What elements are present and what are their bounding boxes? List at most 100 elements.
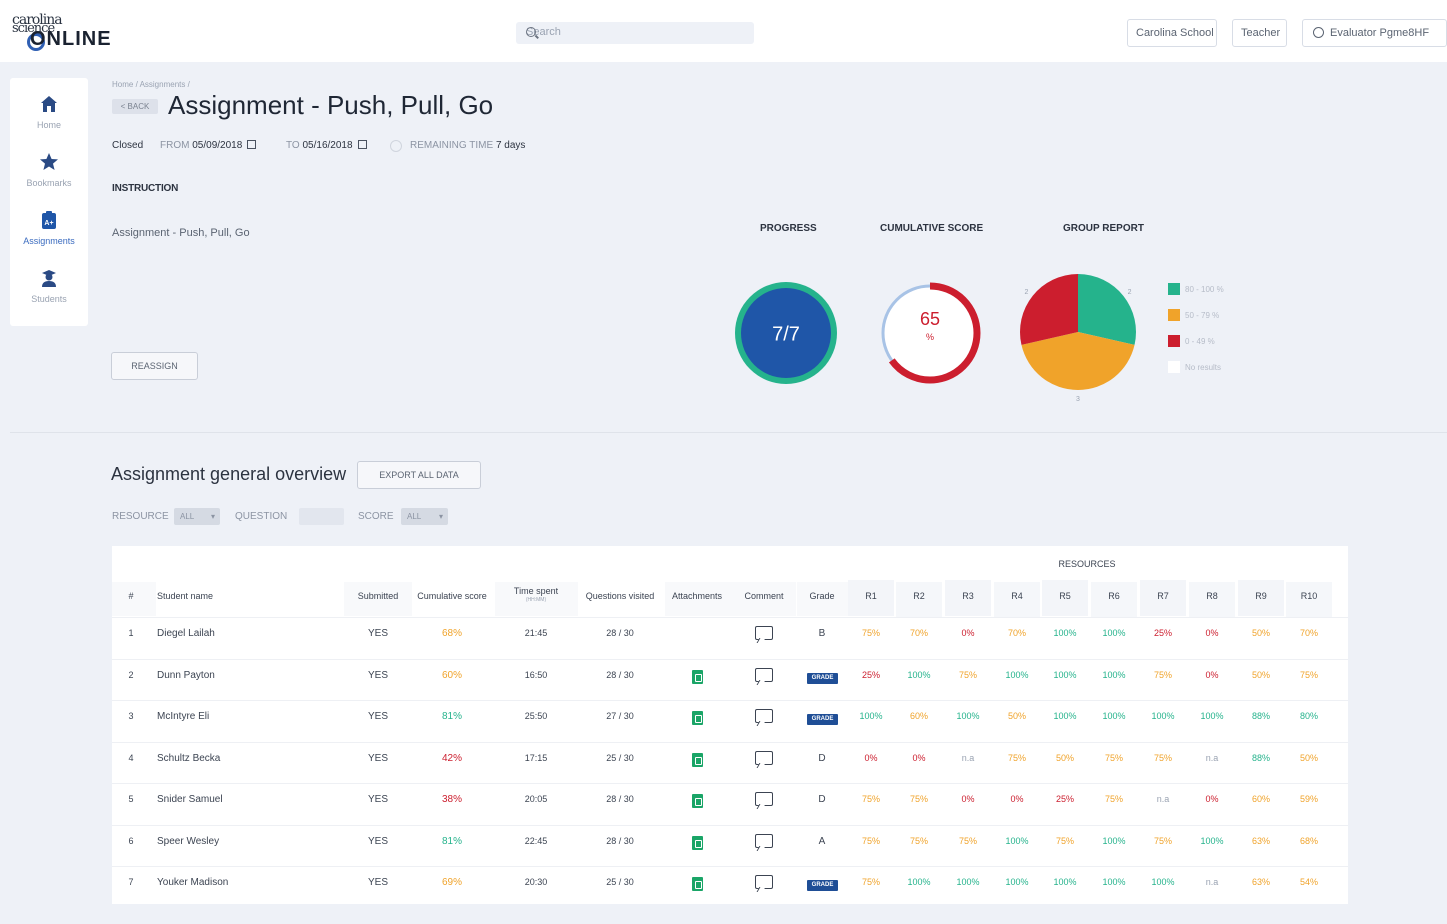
- table-row[interactable]: 3 McIntyre Eli YES 81% 25:50 27 / 30 GRADE 100%…: [112, 700, 1348, 742]
- attachment-icon[interactable]: [692, 711, 703, 725]
- comment-icon[interactable]: [755, 792, 773, 806]
- submitted-value: YES: [367, 711, 388, 722]
- questions-visited: 25 / 30: [606, 752, 634, 763]
- group-report-label: GROUP REPORT: [1063, 223, 1144, 234]
- column-header[interactable]: Cumulative score: [407, 591, 497, 601]
- resource-score: 0%: [864, 752, 878, 763]
- submitted-value: YES: [367, 835, 388, 847]
- questions-visited: 28 / 30: [606, 628, 634, 638]
- legend-item: No results: [1168, 354, 1224, 380]
- resource-score: 88%: [1251, 711, 1270, 721]
- grade-button[interactable]: GRADE: [807, 672, 838, 684]
- pie-slice-label: 2: [1128, 289, 1132, 296]
- export-all-data-button[interactable]: EXPORT ALL DATA: [357, 461, 481, 489]
- date-from-label: FROM: [160, 140, 190, 151]
- search-input[interactable]: Search: [516, 22, 754, 44]
- cumulative-score: 38%: [441, 794, 462, 805]
- student-name[interactable]: Speer Wesley: [157, 836, 219, 847]
- time-spent: 16:50: [524, 669, 548, 680]
- column-header[interactable]: R10: [1264, 591, 1354, 601]
- filter-resource-select[interactable]: ALL ▾: [174, 508, 220, 525]
- sidebar-item-label: Home: [36, 120, 61, 130]
- resource-score: 88%: [1251, 752, 1270, 763]
- table-row[interactable]: 2 Dunn Payton YES 60% 16:50 28 / 30 GRADE 25% 10…: [112, 659, 1348, 701]
- comment-icon[interactable]: [755, 750, 773, 765]
- row-number: 5: [128, 794, 134, 804]
- student-name[interactable]: Dunn Payton: [157, 670, 215, 681]
- grade-button[interactable]: GRADE: [807, 714, 838, 725]
- attachment-icon[interactable]: [692, 877, 703, 891]
- table-row[interactable]: 4 Schultz Becka YES 42% 17:15 25 / 30 D 0% 0% n.a…: [112, 742, 1348, 784]
- chevron-down-icon: ▾: [210, 512, 215, 521]
- progress-chart: 7/7: [735, 282, 837, 384]
- comment-icon[interactable]: [755, 667, 773, 682]
- comment-icon[interactable]: [755, 709, 773, 723]
- date-from-value: 05/09/2018: [192, 140, 243, 151]
- table-row[interactable]: 7 Youker Madison YES 69% 20:30 25 / 30 GRADE 75…: [112, 866, 1348, 908]
- student-name[interactable]: Diegel Lailah: [157, 628, 215, 639]
- resource-score: 100%: [907, 877, 931, 887]
- user-menu[interactable]: Evaluator Pgme8HF: [1302, 19, 1447, 47]
- resource-score: 70%: [1299, 628, 1318, 638]
- section-divider: [10, 432, 1447, 433]
- resource-score: 80%: [1299, 711, 1318, 721]
- table-row[interactable]: 5 Snider Samuel YES 38% 20:05 28 / 30 D 75% 75% 0…: [112, 783, 1348, 825]
- breadcrumb[interactable]: Home / Assignments /: [112, 80, 190, 89]
- column-header-time-spent[interactable]: Time spent: [496, 586, 576, 596]
- school-selector[interactable]: Carolina School: [1127, 19, 1217, 47]
- comment-icon[interactable]: [755, 875, 773, 889]
- resource-score: 63%: [1251, 835, 1270, 846]
- filter-score-label: SCORE: [358, 511, 394, 522]
- resource-score: 100%: [1102, 669, 1126, 680]
- back-button[interactable]: < BACK: [112, 99, 158, 114]
- legend-swatch: [1168, 283, 1180, 295]
- resource-score: 0%: [1205, 669, 1219, 680]
- student-name[interactable]: Youker Madison: [157, 877, 228, 888]
- attachment-icon[interactable]: [692, 752, 703, 767]
- date-to[interactable]: TO 05/16/2018: [286, 140, 367, 151]
- sidebar-item-bookmarks[interactable]: Bookmarks: [10, 152, 88, 208]
- resource-score: 75%: [861, 877, 880, 887]
- sidebar-item-assignments[interactable]: A+ Assignments: [10, 210, 88, 266]
- row-number: 2: [128, 669, 134, 680]
- table-row[interactable]: 6 Speer Wesley YES 81% 22:45 28 / 30 A 75% 75% 75…: [112, 825, 1348, 867]
- resource-score: 75%: [1007, 752, 1026, 763]
- student-name[interactable]: McIntyre Eli: [157, 711, 209, 722]
- search-icon[interactable]: [526, 27, 536, 37]
- instruction-heading: INSTRUCTION: [112, 183, 179, 194]
- grade-value[interactable]: A: [807, 836, 837, 847]
- grade-value[interactable]: B: [807, 628, 837, 639]
- date-from[interactable]: FROM 05/09/2018: [160, 140, 257, 151]
- filter-resource-label: RESOURCE: [112, 511, 169, 522]
- table-row[interactable]: 1 Diegel Lailah YES 68% 21:45 28 / 30 B 75% 70% 0…: [112, 617, 1348, 659]
- grade-value[interactable]: D: [807, 794, 837, 805]
- comment-icon[interactable]: [755, 626, 773, 640]
- grade-button[interactable]: GRADE: [807, 880, 838, 891]
- score-unit: %: [926, 332, 934, 342]
- sidebar-item-home[interactable]: Home: [10, 94, 88, 150]
- attachment-icon[interactable]: [692, 794, 703, 808]
- date-to-label: TO: [286, 140, 300, 151]
- reassign-button[interactable]: REASSIGN: [111, 352, 198, 380]
- filter-question-select[interactable]: [299, 508, 344, 525]
- resource-score: 0%: [961, 794, 975, 804]
- sidebar-item-students[interactable]: Students: [10, 268, 88, 324]
- student-name[interactable]: Schultz Becka: [157, 753, 220, 764]
- row-number: 1: [128, 628, 134, 638]
- column-header-student-name[interactable]: Student name: [157, 591, 213, 601]
- resource-score: 50%: [1055, 752, 1074, 763]
- resources-group-header: RESOURCES: [1058, 559, 1116, 569]
- chevron-down-icon: ▾: [438, 512, 443, 521]
- comment-icon[interactable]: [755, 833, 773, 848]
- filter-score-select[interactable]: ALL ▾: [401, 508, 448, 525]
- grade-value[interactable]: D: [807, 753, 837, 764]
- student-name[interactable]: Snider Samuel: [157, 794, 223, 805]
- attachment-icon[interactable]: [692, 669, 703, 684]
- role-selector[interactable]: Teacher: [1232, 19, 1287, 47]
- home-icon: [39, 94, 59, 114]
- resource-score: 60%: [1251, 794, 1270, 804]
- attachment-icon[interactable]: [692, 835, 703, 850]
- brand-logo[interactable]: carolina science ONLINE: [12, 12, 132, 52]
- resource-score: 75%: [1104, 794, 1123, 804]
- remaining-label: REMAINING TIME: [410, 140, 494, 151]
